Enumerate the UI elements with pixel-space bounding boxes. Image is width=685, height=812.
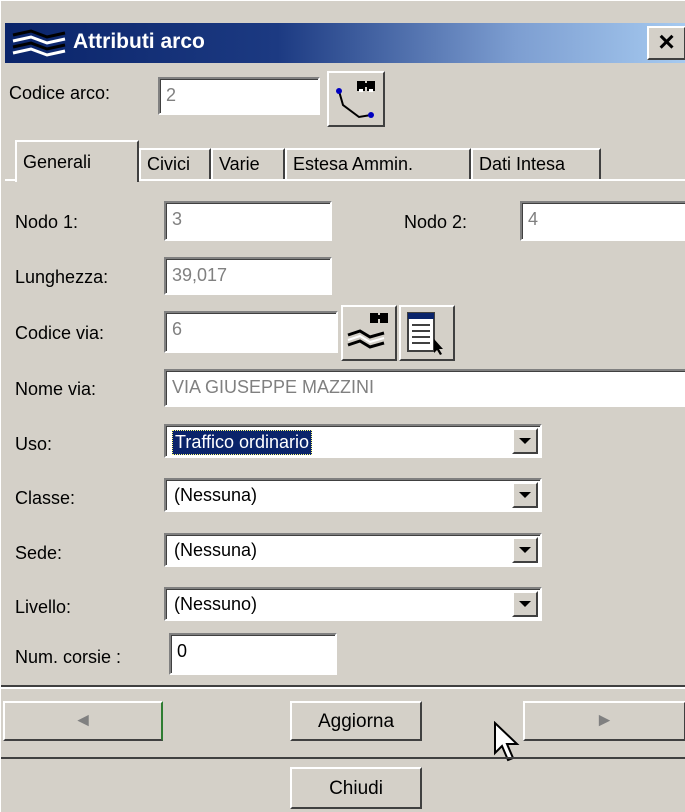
chevron-down-icon[interactable] <box>512 482 538 508</box>
tab-label: Civici <box>147 154 190 174</box>
divider-bottom <box>1 757 685 759</box>
chevron-down-icon[interactable] <box>512 591 538 617</box>
lunghezza-field[interactable]: 39,017 <box>164 257 332 295</box>
tab-label: Estesa Ammin. <box>293 154 414 174</box>
tab-label: Varie <box>219 154 260 174</box>
uso-selected-value: Traffico ordinario <box>172 430 313 455</box>
classe-selected-value: (Nessuna) <box>174 485 258 505</box>
window-title: Attributi arco <box>73 30 205 53</box>
codice-via-label: Codice via: <box>15 323 105 343</box>
nome-via-field[interactable]: VIA GIUSEPPE MAZZINI <box>164 369 685 407</box>
find-arc-button[interactable] <box>327 71 385 127</box>
chevron-down-icon[interactable] <box>512 428 538 454</box>
aggiorna-label: Aggiorna <box>317 711 395 732</box>
arrow-left-icon: ◄ <box>73 710 93 731</box>
close-button[interactable]: × <box>647 26 685 60</box>
nome-via-label: Nome via: <box>15 379 97 399</box>
chiudi-label: Chiudi <box>329 778 383 799</box>
livello-label: Livello: <box>15 597 72 617</box>
divider <box>1 685 685 689</box>
street-list-button[interactable] <box>399 305 455 361</box>
aggiorna-button[interactable]: Aggiorna <box>290 701 422 741</box>
previous-button[interactable]: ◄ <box>3 701 163 741</box>
tab-dati-intesa[interactable]: Dati Intesa <box>471 148 601 180</box>
lunghezza-label: Lunghezza: <box>15 267 109 287</box>
codice-arco-label: Codice arco: <box>9 83 111 103</box>
chiudi-button[interactable]: Chiudi <box>290 767 422 809</box>
uso-label: Uso: <box>15 434 53 454</box>
next-button[interactable]: ► <box>523 701 685 741</box>
sede-label: Sede: <box>15 543 63 563</box>
classe-label: Classe: <box>15 488 76 508</box>
tab-label: Generali <box>23 152 92 172</box>
sede-select[interactable]: (Nessuna) <box>164 533 542 567</box>
num-corsie-label: Num. corsie : <box>15 647 122 667</box>
livello-select[interactable]: (Nessuno) <box>164 587 542 621</box>
nodo1-field[interactable]: 3 <box>164 201 332 241</box>
tab-generali[interactable]: Generali <box>15 140 139 182</box>
nodo1-label: Nodo 1: <box>15 212 79 232</box>
classe-select[interactable]: (Nessuna) <box>164 478 542 512</box>
uso-select[interactable]: Traffico ordinario <box>164 424 542 458</box>
binoculars-path-icon <box>336 81 375 119</box>
tab-civici[interactable]: Civici <box>139 148 211 180</box>
nodo2-field[interactable]: 4 <box>520 201 685 241</box>
sede-selected-value: (Nessuna) <box>174 540 258 560</box>
road-map-icon <box>12 29 66 57</box>
title-bar[interactable]: Attributi arco × <box>5 23 685 63</box>
find-street-button[interactable] <box>341 305 397 361</box>
attributi-arco-window: Attributi arco × Codice arco: 2 Generali… <box>0 0 685 812</box>
tab-varie[interactable]: Varie <box>211 148 285 180</box>
codice-arco-field[interactable]: 2 <box>158 77 320 115</box>
tab-estesa-ammin[interactable]: Estesa Ammin. <box>285 148 471 180</box>
binoculars-road-icon <box>347 313 388 349</box>
list-pointer-icon <box>407 312 443 355</box>
tab-label: Dati Intesa <box>479 154 566 174</box>
arrow-right-icon: ► <box>595 710 614 731</box>
codice-via-field[interactable]: 6 <box>164 311 338 353</box>
num-corsie-field[interactable]: 0 <box>169 633 337 675</box>
close-icon: × <box>658 26 675 57</box>
nodo2-label: Nodo 2: <box>404 212 468 232</box>
livello-selected-value: (Nessuno) <box>174 594 258 614</box>
chevron-down-icon[interactable] <box>512 537 538 563</box>
